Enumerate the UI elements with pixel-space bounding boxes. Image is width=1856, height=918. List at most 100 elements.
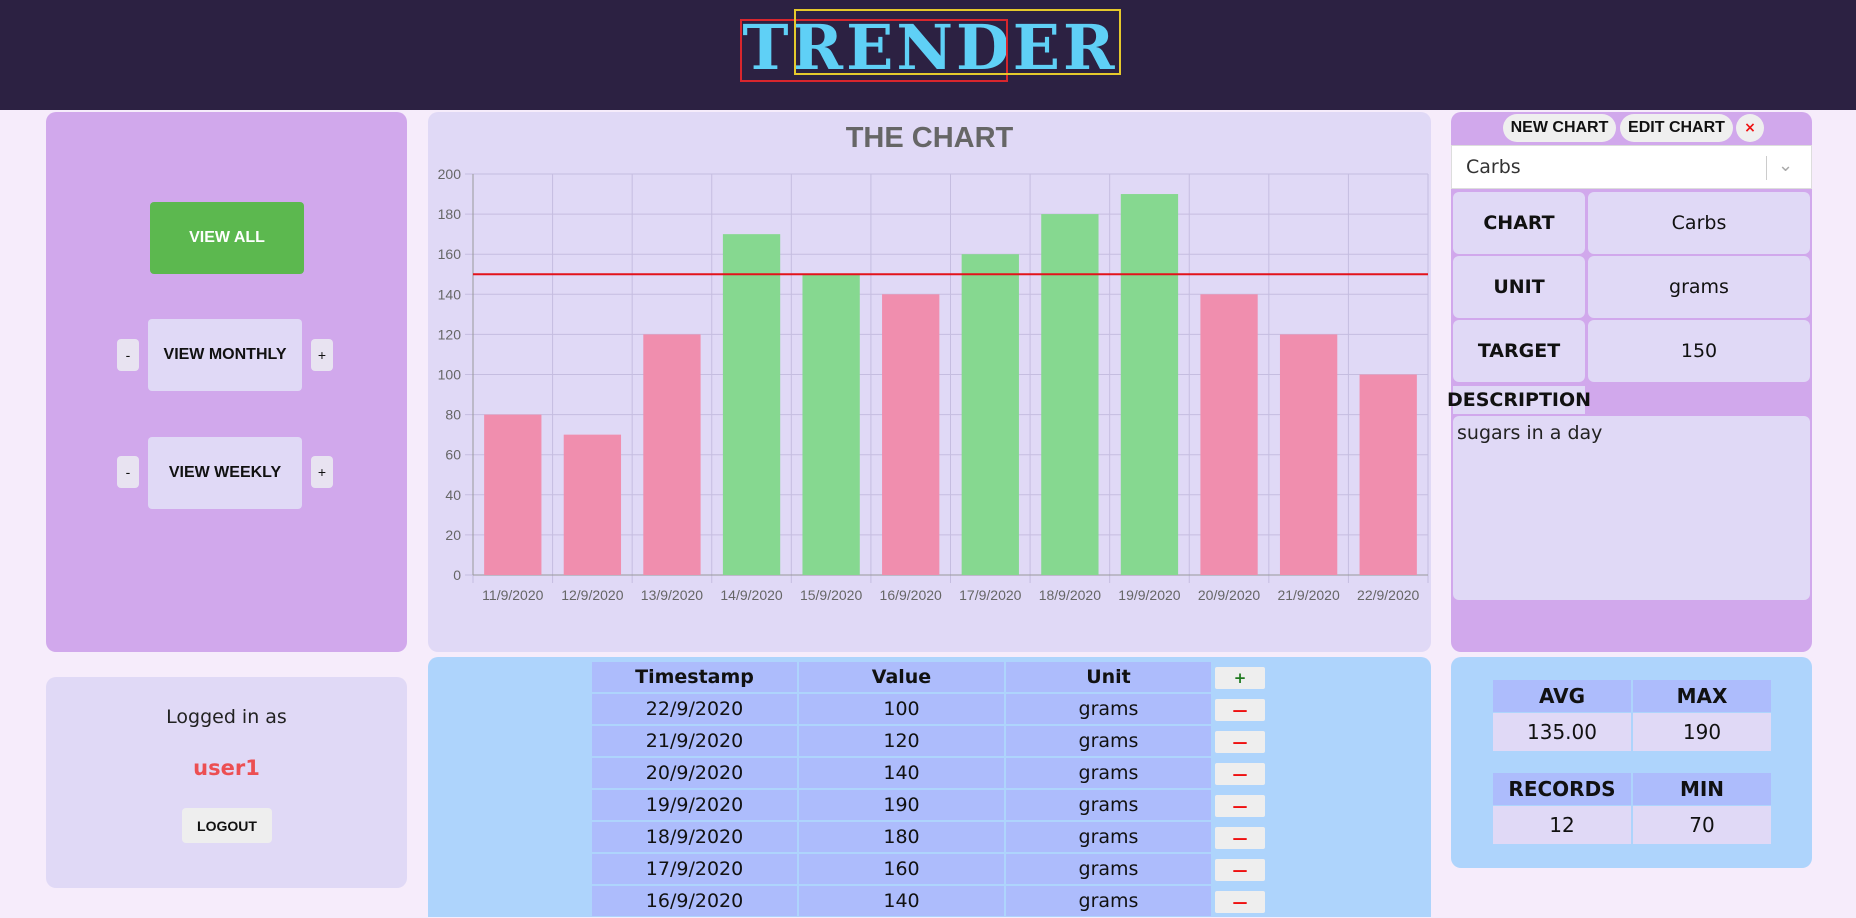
y-tick-label: 200 <box>438 166 462 182</box>
records-label: RECORDS <box>1493 773 1631 805</box>
cell-action: — <box>1213 790 1267 820</box>
cell-unit: grams <box>1006 886 1211 916</box>
logo-frame-yellow <box>794 9 1121 75</box>
cell-value: 140 <box>799 886 1004 916</box>
table-row: 19/9/2020 190 grams — <box>592 790 1267 820</box>
remove-record-button[interactable]: — <box>1215 762 1265 785</box>
x-tick-label: 14/9/2020 <box>720 587 782 603</box>
y-tick-label: 60 <box>445 447 461 463</box>
target-label: TARGET <box>1453 320 1585 382</box>
description-text: sugars in a day <box>1453 416 1810 600</box>
x-tick-label: 21/9/2020 <box>1277 587 1339 603</box>
y-tick-label: 180 <box>438 206 462 222</box>
x-tick-label: 22/9/2020 <box>1357 587 1419 603</box>
y-tick-label: 100 <box>438 367 462 383</box>
chart-title: THE CHART <box>845 122 1014 154</box>
cell-action: — <box>1213 854 1267 884</box>
y-tick-label: 40 <box>445 487 461 503</box>
logged-in-label: Logged in as <box>166 706 287 728</box>
bar <box>961 254 1019 575</box>
x-tick-label: 18/9/2020 <box>1039 587 1101 603</box>
edit-chart-button[interactable]: EDIT CHART <box>1620 114 1733 142</box>
target-value: 150 <box>1588 320 1810 382</box>
cell-unit: grams <box>1006 694 1211 724</box>
avg-label: AVG <box>1493 680 1631 712</box>
description-label: DESCRIPTION <box>1447 386 1591 414</box>
y-tick-label: 160 <box>438 246 462 262</box>
min-value: 70 <box>1633 806 1771 844</box>
y-tick-label: 120 <box>438 326 462 342</box>
cell-timestamp: 16/9/2020 <box>592 886 797 916</box>
remove-record-button[interactable]: — <box>1215 826 1265 849</box>
bar <box>1279 334 1338 575</box>
bar <box>1041 214 1099 575</box>
avg-value: 135.00 <box>1493 713 1631 751</box>
logout-button[interactable]: LOGOUT <box>182 808 272 843</box>
cell-value: 100 <box>799 694 1004 724</box>
remove-record-button[interactable]: — <box>1215 730 1265 753</box>
close-icon[interactable]: × <box>1736 114 1764 142</box>
table-row: 20/9/2020 140 grams — <box>592 758 1267 788</box>
x-tick-label: 11/9/2020 <box>482 587 543 603</box>
bar <box>643 334 701 575</box>
remove-record-button[interactable]: — <box>1215 794 1265 817</box>
chart-value: Carbs <box>1588 192 1810 254</box>
chevron-down-icon: ⌄ <box>1778 155 1794 176</box>
chart-label: CHART <box>1453 192 1585 254</box>
cell-value: 190 <box>799 790 1004 820</box>
y-tick-label: 20 <box>445 527 461 543</box>
y-tick-label: 80 <box>445 407 461 423</box>
cell-action: — <box>1213 694 1267 724</box>
remove-record-button[interactable]: — <box>1215 890 1265 913</box>
bar <box>563 434 622 575</box>
unit-value: grams <box>1588 256 1810 318</box>
y-tick-label: 140 <box>438 286 462 302</box>
view-weekly-button[interactable]: VIEW WEEKLY <box>148 437 302 509</box>
cell-value: 120 <box>799 726 1004 756</box>
x-tick-label: 12/9/2020 <box>561 587 623 603</box>
x-tick-label: 16/9/2020 <box>880 587 942 603</box>
table-row: 16/9/2020 140 grams — <box>592 886 1267 916</box>
cell-timestamp: 19/9/2020 <box>592 790 797 820</box>
cell-timestamp: 20/9/2020 <box>592 758 797 788</box>
weekly-minus-button[interactable]: - <box>117 456 139 488</box>
monthly-plus-button[interactable]: + <box>311 339 333 371</box>
bar <box>882 294 940 575</box>
x-tick-label: 15/9/2020 <box>800 587 862 603</box>
cell-value: 180 <box>799 822 1004 852</box>
x-tick-label: 13/9/2020 <box>641 587 703 603</box>
remove-record-button[interactable]: — <box>1215 698 1265 721</box>
weekly-plus-button[interactable]: + <box>311 456 333 488</box>
cell-unit: grams <box>1006 854 1211 884</box>
bar <box>722 234 781 575</box>
add-record-button[interactable]: + <box>1215 666 1265 689</box>
cell-action: — <box>1213 758 1267 788</box>
remove-record-button[interactable]: — <box>1215 858 1265 881</box>
username: user1 <box>193 756 260 780</box>
table-row: 17/9/2020 160 grams — <box>592 854 1267 884</box>
chart-select[interactable]: Carbs ⌄ <box>1451 145 1812 189</box>
table-row: 18/9/2020 180 grams — <box>592 822 1267 852</box>
max-value: 190 <box>1633 713 1771 751</box>
cell-value: 140 <box>799 758 1004 788</box>
bar <box>1200 294 1258 575</box>
cell-action: — <box>1213 822 1267 852</box>
bar-chart: 0 20 40 60 80 100 120 140 160 180 200 11/9/2020 12/9… <box>438 166 1429 603</box>
cell-timestamp: 17/9/2020 <box>592 854 797 884</box>
view-monthly-button[interactable]: VIEW MONTHLY <box>148 319 302 391</box>
view-all-button[interactable]: VIEW ALL <box>150 202 304 274</box>
chart-select-value: Carbs <box>1466 156 1521 178</box>
bar <box>802 274 860 575</box>
records-value: 12 <box>1493 806 1631 844</box>
table-row: 21/9/2020 120 grams — <box>592 726 1267 756</box>
cell-unit: grams <box>1006 790 1211 820</box>
bar <box>484 414 542 575</box>
monthly-minus-button[interactable]: - <box>117 339 139 371</box>
header-timestamp: Timestamp <box>592 662 797 692</box>
header-unit: Unit <box>1006 662 1211 692</box>
new-chart-button[interactable]: NEW CHART <box>1503 114 1616 142</box>
select-separator <box>1766 156 1767 180</box>
header-value: Value <box>799 662 1004 692</box>
cell-action: — <box>1213 726 1267 756</box>
x-tick-label: 17/9/2020 <box>959 587 1021 603</box>
